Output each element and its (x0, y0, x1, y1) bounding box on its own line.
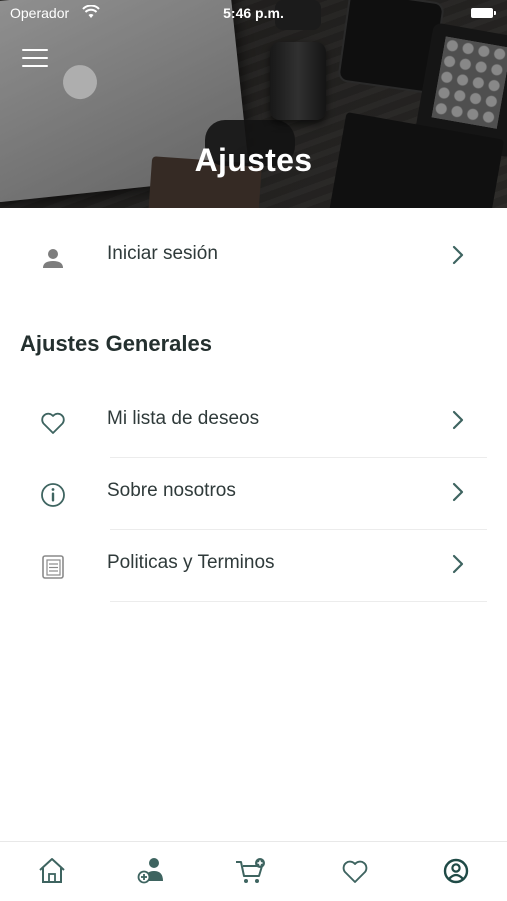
wishlist-label: Mi lista de deseos (107, 408, 260, 429)
heart-icon (38, 408, 68, 438)
login-label: Iniciar sesión (107, 243, 218, 264)
add-user-icon (132, 858, 172, 892)
clock: 5:46 p.m. (223, 5, 284, 21)
section-title: Ajustes Generales (20, 331, 212, 356)
user-icon (38, 243, 68, 273)
home-icon (32, 858, 72, 892)
battery-icon (471, 8, 496, 18)
chevron-right-icon (450, 553, 466, 575)
page-title: Ajustes (194, 142, 313, 178)
heart-icon (335, 860, 375, 892)
policies-row[interactable]: Politicas y Terminos (0, 529, 507, 601)
tab-account[interactable] (436, 854, 476, 888)
chevron-right-icon (450, 244, 466, 266)
about-row[interactable]: Sobre nosotros (0, 457, 507, 529)
chevron-right-icon (450, 481, 466, 503)
document-icon (38, 552, 68, 582)
status-bar: Operador 5:46 p.m. (0, 0, 507, 28)
wishlist-row[interactable]: Mi lista de deseos (0, 385, 507, 457)
tab-bar (0, 841, 507, 901)
chevron-right-icon (450, 409, 466, 431)
about-label: Sobre nosotros (107, 480, 236, 501)
tab-cart[interactable] (232, 854, 272, 888)
menu-button[interactable] (22, 49, 48, 71)
tab-wishlist[interactable] (335, 854, 375, 888)
add-to-cart-icon (232, 858, 272, 892)
policies-label: Politicas y Terminos (107, 552, 275, 573)
divider (110, 601, 487, 602)
info-icon (38, 480, 68, 510)
header-banner: Operador 5:46 p.m. Ajustes (0, 0, 507, 208)
account-icon (436, 858, 476, 892)
login-row[interactable]: Iniciar sesión (0, 220, 507, 292)
tab-register[interactable] (132, 854, 172, 888)
hamburger-icon (22, 49, 48, 51)
tab-home[interactable] (32, 854, 72, 888)
